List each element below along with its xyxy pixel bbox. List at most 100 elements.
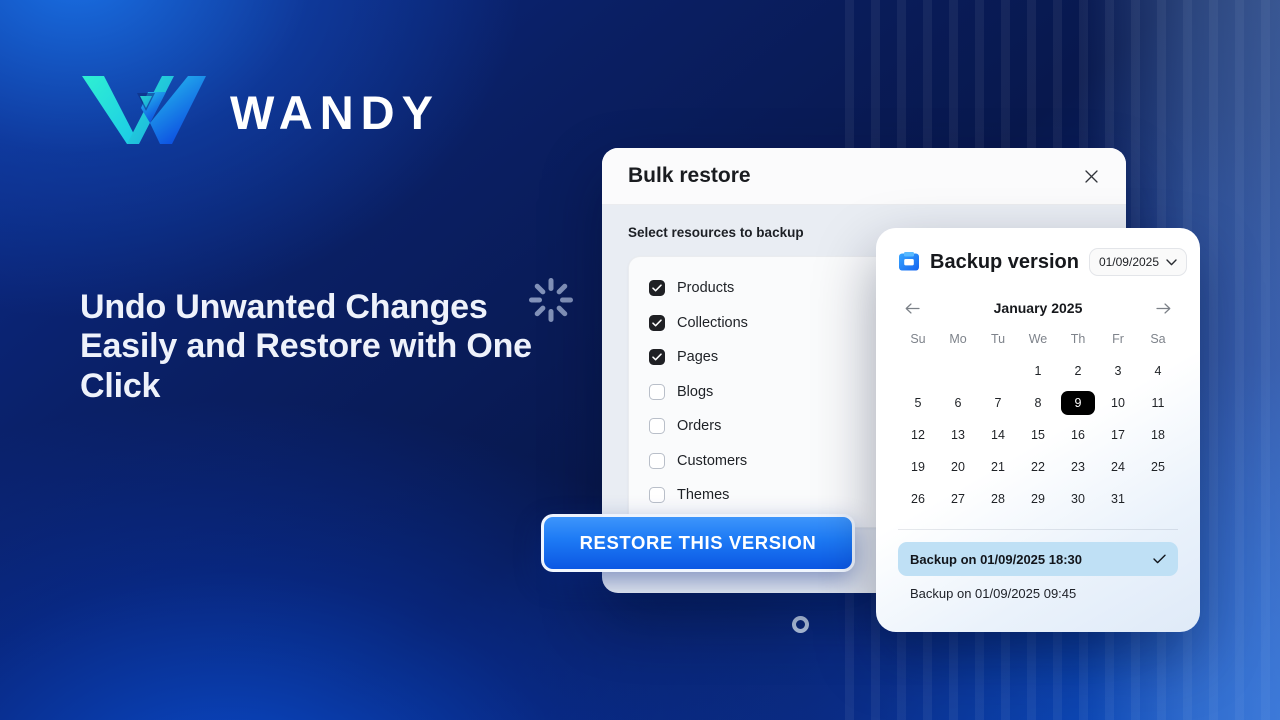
calendar-day-number: 17 [1111,428,1125,442]
calendar-day-number: 8 [1034,396,1042,410]
calendar-day[interactable]: 11 [1138,391,1178,415]
calendar-day[interactable]: 4 [1138,359,1178,383]
arrow-left-icon[interactable] [902,298,922,318]
calendar-day-blank [938,359,978,383]
calendar-day[interactable]: 25 [1138,455,1178,479]
backup-version-panel: Backup version 01/09/2025 January 2025 S… [876,228,1200,632]
calendar-day[interactable]: 28 [978,487,1018,511]
calendar-day[interactable]: 12 [898,423,938,447]
calendar-day[interactable]: 14 [978,423,1018,447]
calendar-day-number: 26 [911,492,925,506]
calendar-day-number: 24 [1111,460,1125,474]
backup-panel-title: Backup version [930,250,1079,273]
calendar-day[interactable]: 18 [1138,423,1178,447]
checkbox-unchecked-icon[interactable] [649,452,665,469]
calendar-day-number: 7 [994,396,1002,410]
calendar-day[interactable]: 2 [1058,359,1098,383]
arrow-right-icon[interactable] [1154,298,1174,318]
calendar-day-number: 25 [1151,460,1165,474]
calendar-day[interactable]: 15 [1018,423,1058,447]
checkbox-unchecked-icon[interactable] [649,487,665,504]
calendar-day[interactable]: 29 [1018,487,1058,511]
checkbox-checked-icon[interactable] [649,314,665,331]
calendar-day-number: 14 [991,428,1005,442]
resource-label: Products [677,280,735,297]
calendar-day[interactable]: 19 [898,455,938,479]
calendar-day[interactable]: 1 [1018,359,1058,383]
hero-banner: WANDY Undo Unwanted Changes Easily and R… [0,0,1280,720]
calendar-weekday: Mo [949,332,967,346]
backup-list-item-selected[interactable]: Backup on 01/09/2025 18:30 [898,542,1178,576]
resource-label: Collections [677,314,748,331]
calendar-day-number: 13 [951,428,965,442]
calendar-day[interactable]: 26 [898,487,938,511]
calendar-navigation: January 2025 [898,298,1178,318]
calendar-day-number: 1 [1034,364,1042,378]
calendar-day-number: 23 [1071,460,1085,474]
calendar-weekday: Th [1070,332,1086,346]
checkbox-unchecked-icon[interactable] [649,383,665,400]
restore-this-version-button[interactable]: RESTORE THIS VERSION [541,514,855,572]
calendar-day-selected[interactable]: 9 [1058,391,1098,415]
calendar-day[interactable]: 13 [938,423,978,447]
calendar-day[interactable]: 22 [1018,455,1058,479]
backup-box-icon [899,252,919,271]
brand-wordmark: WANDY [230,85,440,139]
calendar-day-number: 3 [1114,364,1122,378]
close-icon[interactable] [1078,163,1104,189]
checkbox-unchecked-icon[interactable] [649,418,665,435]
chevron-down-icon [1166,258,1177,265]
calendar-day-number: 15 [1031,428,1045,442]
version-select[interactable]: 01/09/2025 [1088,248,1188,276]
calendar-day-blank [978,359,1018,383]
resource-label: Themes [677,487,730,504]
backup-list-item[interactable]: Backup on 01/09/2025 09:45 [898,576,1178,610]
calendar-day-blank [898,359,938,383]
calendar-day[interactable]: 8 [1018,391,1058,415]
calendar-day[interactable]: 5 [898,391,938,415]
check-icon [1153,554,1166,564]
calendar-day[interactable]: 7 [978,391,1018,415]
calendar-weekday: Su [910,332,926,346]
calendar-day-number: 2 [1074,364,1082,378]
calendar-day-number: 4 [1154,364,1162,378]
calendar-weekday: Fr [1112,332,1124,346]
calendar-day[interactable]: 31 [1098,487,1138,511]
calendar-day-number: 29 [1031,492,1045,506]
sparkle-burst-icon [529,278,573,322]
ring-dot-icon [792,616,809,633]
resource-label: Customers [677,452,748,469]
calendar-day[interactable]: 23 [1058,455,1098,479]
calendar-day-number: 12 [911,428,925,442]
calendar-day-number: 18 [1151,428,1165,442]
calendar-day-number: 30 [1071,492,1085,506]
modal-title: Bulk restore [628,164,751,187]
calendar-day-number: 16 [1071,428,1085,442]
resource-label: Blogs [677,383,714,400]
calendar-day[interactable]: 21 [978,455,1018,479]
calendar-day[interactable]: 3 [1098,359,1138,383]
calendar-day[interactable]: 20 [938,455,978,479]
calendar-month-label: January 2025 [993,300,1083,316]
calendar-day[interactable]: 6 [938,391,978,415]
arrow-left-glyph [905,302,920,314]
calendar-day[interactable]: 17 [1098,423,1138,447]
calendar-day-number: 28 [991,492,1005,506]
calendar-day[interactable]: 30 [1058,487,1098,511]
calendar-day[interactable]: 27 [938,487,978,511]
calendar-day[interactable]: 16 [1058,423,1098,447]
calendar-weekday: Tu [990,332,1006,346]
calendar-day[interactable]: 10 [1098,391,1138,415]
arrow-right-glyph [1156,302,1171,314]
calendar-day-number: 31 [1111,492,1125,506]
calendar-day-number: 27 [951,492,965,506]
checkbox-checked-icon[interactable] [649,349,665,366]
backup-list-item-label: Backup on 01/09/2025 09:45 [910,585,1077,601]
page-title: Undo Unwanted Changes Easily and Restore… [80,288,532,405]
checkbox-checked-icon[interactable] [649,280,665,297]
calendar-day-number: 6 [954,396,962,410]
calendar-day-number: 21 [991,460,1005,474]
brand-logo: WANDY [80,70,440,154]
calendar-day-number: 20 [951,460,965,474]
calendar-day[interactable]: 24 [1098,455,1138,479]
